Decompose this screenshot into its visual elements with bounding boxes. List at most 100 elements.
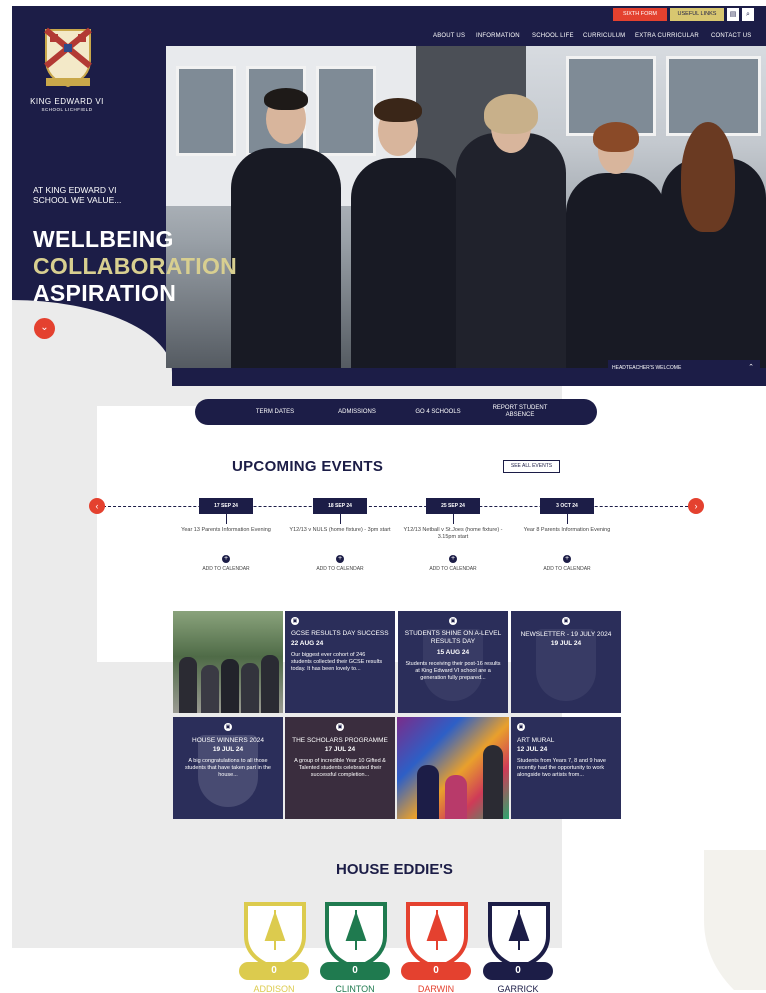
garrick-name: GARRICK — [497, 984, 539, 993]
hero-photo — [166, 46, 766, 368]
add-to-calendar-link[interactable]: ADD TO CALENDAR — [284, 566, 396, 572]
news-date: 22 AUG 24 — [291, 640, 324, 647]
news-date: 17 JUL 24 — [324, 746, 356, 753]
value-wellbeing: WELLBEING — [33, 226, 174, 252]
news-date: 15 AUG 24 — [436, 649, 470, 656]
news-tile-house-winners[interactable]: ▣ HOUSE WINNERS 2024 19 JUL 24 A big con… — [173, 717, 283, 819]
event-item: 25 SEP 24 Y12/13 Netball v St.Joes (home… — [397, 498, 509, 572]
news-title: ART MURAL — [517, 737, 555, 744]
crest-watermark — [704, 850, 766, 990]
nav-about-us[interactable]: ABOUT US — [433, 33, 465, 39]
news-tile-newsletter[interactable]: ▣ NEWSLETTER - 19 JULY 2024 19 JUL 24 — [511, 611, 621, 713]
add-to-calendar-link[interactable]: ADD TO CALENDAR — [511, 566, 623, 572]
news-tile-gcse[interactable]: ▣ GCSE RESULTS DAY SUCCESS 22 AUG 24 Our… — [285, 611, 395, 713]
quicklink-admissions[interactable]: ADMISSIONS — [327, 399, 387, 425]
photo-figure — [483, 745, 503, 819]
add-to-calendar-link[interactable]: ADD TO CALENDAR — [170, 566, 282, 572]
nav-school-life[interactable]: SCHOOL LIFE — [532, 33, 574, 39]
hero-window — [316, 66, 376, 156]
event-name[interactable]: Y12/13 v NULS (home fixture) - 3pm start — [284, 527, 396, 549]
news-excerpt: Students receiving their post-16 results… — [405, 661, 501, 681]
news-tile-scholars[interactable]: ▣ THE SCHOLARS PROGRAMME 17 JUL 24 A gro… — [285, 717, 395, 819]
news-title: STUDENTS SHINE ON A-LEVEL RESULTS DAY — [404, 630, 502, 645]
news-icon: ▣ — [291, 617, 299, 625]
addison-house-shield-icon — [244, 902, 306, 970]
hero-person — [456, 133, 566, 368]
hero-person — [231, 148, 341, 368]
nav-contact-us[interactable]: CONTACT US — [711, 33, 751, 39]
chevron-down-icon: ⌄ — [694, 24, 700, 30]
news-title: NEWSLETTER - 19 JULY 2024 — [520, 631, 612, 638]
translate-icon[interactable]: ▤ — [727, 8, 739, 21]
event-stem — [339, 514, 341, 524]
darwin-name: DARWIN — [417, 984, 455, 993]
event-item: 18 SEP 24 Y12/13 v NULS (home fixture) -… — [284, 498, 396, 572]
quicklink-report-absence[interactable]: REPORT STUDENT ABSENCE — [485, 399, 555, 425]
hero-person-hair — [484, 94, 538, 134]
photo-figure — [221, 659, 239, 713]
quick-links-bar: TERM DATES ADMISSIONS GO 4 SCHOOLS REPOR… — [195, 399, 597, 425]
hero-person-hair — [264, 88, 308, 110]
news-photo-gcse[interactable] — [173, 611, 283, 713]
hero-window — [176, 66, 236, 156]
news-excerpt: Our biggest ever cohort of 246 students … — [291, 652, 383, 672]
darwin-score: 0 — [401, 962, 471, 980]
page: { "school": {"name": "KING EDWARD VI", "… — [0, 0, 766, 993]
darwin-house-shield-icon — [406, 902, 468, 970]
garrick-house-shield-icon — [488, 902, 550, 970]
news-tile-art-mural[interactable]: ▣ ART MURAL 12 JUL 24 Students from Year… — [511, 717, 621, 819]
news-tile-alevel[interactable]: ▣ STUDENTS SHINE ON A-LEVEL RESULTS DAY … — [398, 611, 508, 713]
nav-curriculum[interactable]: CURRICULUM — [583, 33, 625, 39]
add-calendar-icon[interactable]: + — [563, 555, 571, 563]
photo-figure — [417, 765, 439, 819]
chevron-down-icon: ⌄ — [40, 322, 49, 333]
search-icon[interactable]: ⌕ — [742, 8, 754, 21]
event-name[interactable]: Y12/13 Netball v St.Joes (home fixture) … — [397, 527, 509, 549]
news-icon: ▣ — [336, 723, 344, 731]
photo-figure — [445, 775, 467, 819]
hero-intro: AT KING EDWARD VI SCHOOL WE VALUE... — [33, 185, 122, 205]
event-item: 3 OCT 24 Year 8 Parents Information Even… — [511, 498, 623, 572]
addison-score: 0 — [239, 962, 309, 980]
clinton-name: CLINTON — [335, 984, 375, 993]
nav-information[interactable]: INFORMATION — [476, 33, 520, 39]
event-date: 18 SEP 24 — [313, 498, 367, 514]
hero-person-hair — [374, 98, 422, 122]
events-next-arrow[interactable]: › — [688, 498, 704, 514]
add-calendar-icon[interactable]: + — [336, 555, 344, 563]
addison-name: ADDISON — [253, 984, 295, 993]
school-crest-logo[interactable] — [40, 26, 96, 90]
headteacher-welcome-bar[interactable]: HEADTEACHER'S WELCOME ⌃ — [608, 360, 760, 376]
clinton-house-shield-icon — [325, 902, 387, 970]
value-collaboration: COLLABORATION — [33, 253, 238, 279]
house-eddies-title: HOUSE EDDIE'S — [336, 861, 453, 878]
news-date: 19 JUL 24 — [550, 640, 582, 647]
upcoming-events-title: UPCOMING EVENTS — [232, 458, 384, 475]
chevron-up-icon: ⌃ — [748, 364, 754, 371]
event-stem — [566, 514, 568, 524]
news-photo-art-mural[interactable] — [397, 717, 509, 819]
event-stem — [452, 514, 454, 524]
event-name[interactable]: Year 8 Parents Information Evening — [511, 527, 623, 549]
hero-person-hair — [593, 122, 639, 152]
event-date: 25 SEP 24 — [426, 498, 480, 514]
quicklink-term-dates[interactable]: TERM DATES — [245, 399, 305, 425]
school-name: KING EDWARD VI — [30, 97, 104, 106]
scroll-down-button[interactable]: ⌄ — [34, 318, 55, 339]
hero-person — [566, 173, 666, 368]
clinton-score: 0 — [320, 962, 390, 980]
news-icon: ▣ — [517, 723, 525, 731]
photo-figure — [241, 663, 259, 713]
sixth-form-button[interactable]: SIXTH FORM — [613, 8, 667, 21]
news-date: 19 JUL 24 — [212, 746, 244, 753]
add-to-calendar-link[interactable]: ADD TO CALENDAR — [397, 566, 509, 572]
useful-links-dropdown[interactable]: USEFUL LINKS ⌄ — [670, 8, 724, 30]
quicklink-go4schools[interactable]: GO 4 SCHOOLS — [405, 399, 471, 425]
events-prev-arrow[interactable]: ‹ — [89, 498, 105, 514]
add-calendar-icon[interactable]: + — [449, 555, 457, 563]
event-name[interactable]: Year 13 Parents Information Evening — [170, 527, 282, 549]
add-calendar-icon[interactable]: + — [222, 555, 230, 563]
photo-figure — [201, 665, 219, 713]
see-all-events-button[interactable]: SEE ALL EVENTS — [503, 460, 560, 473]
nav-extra-curricular[interactable]: EXTRA CURRICULAR — [635, 33, 699, 39]
